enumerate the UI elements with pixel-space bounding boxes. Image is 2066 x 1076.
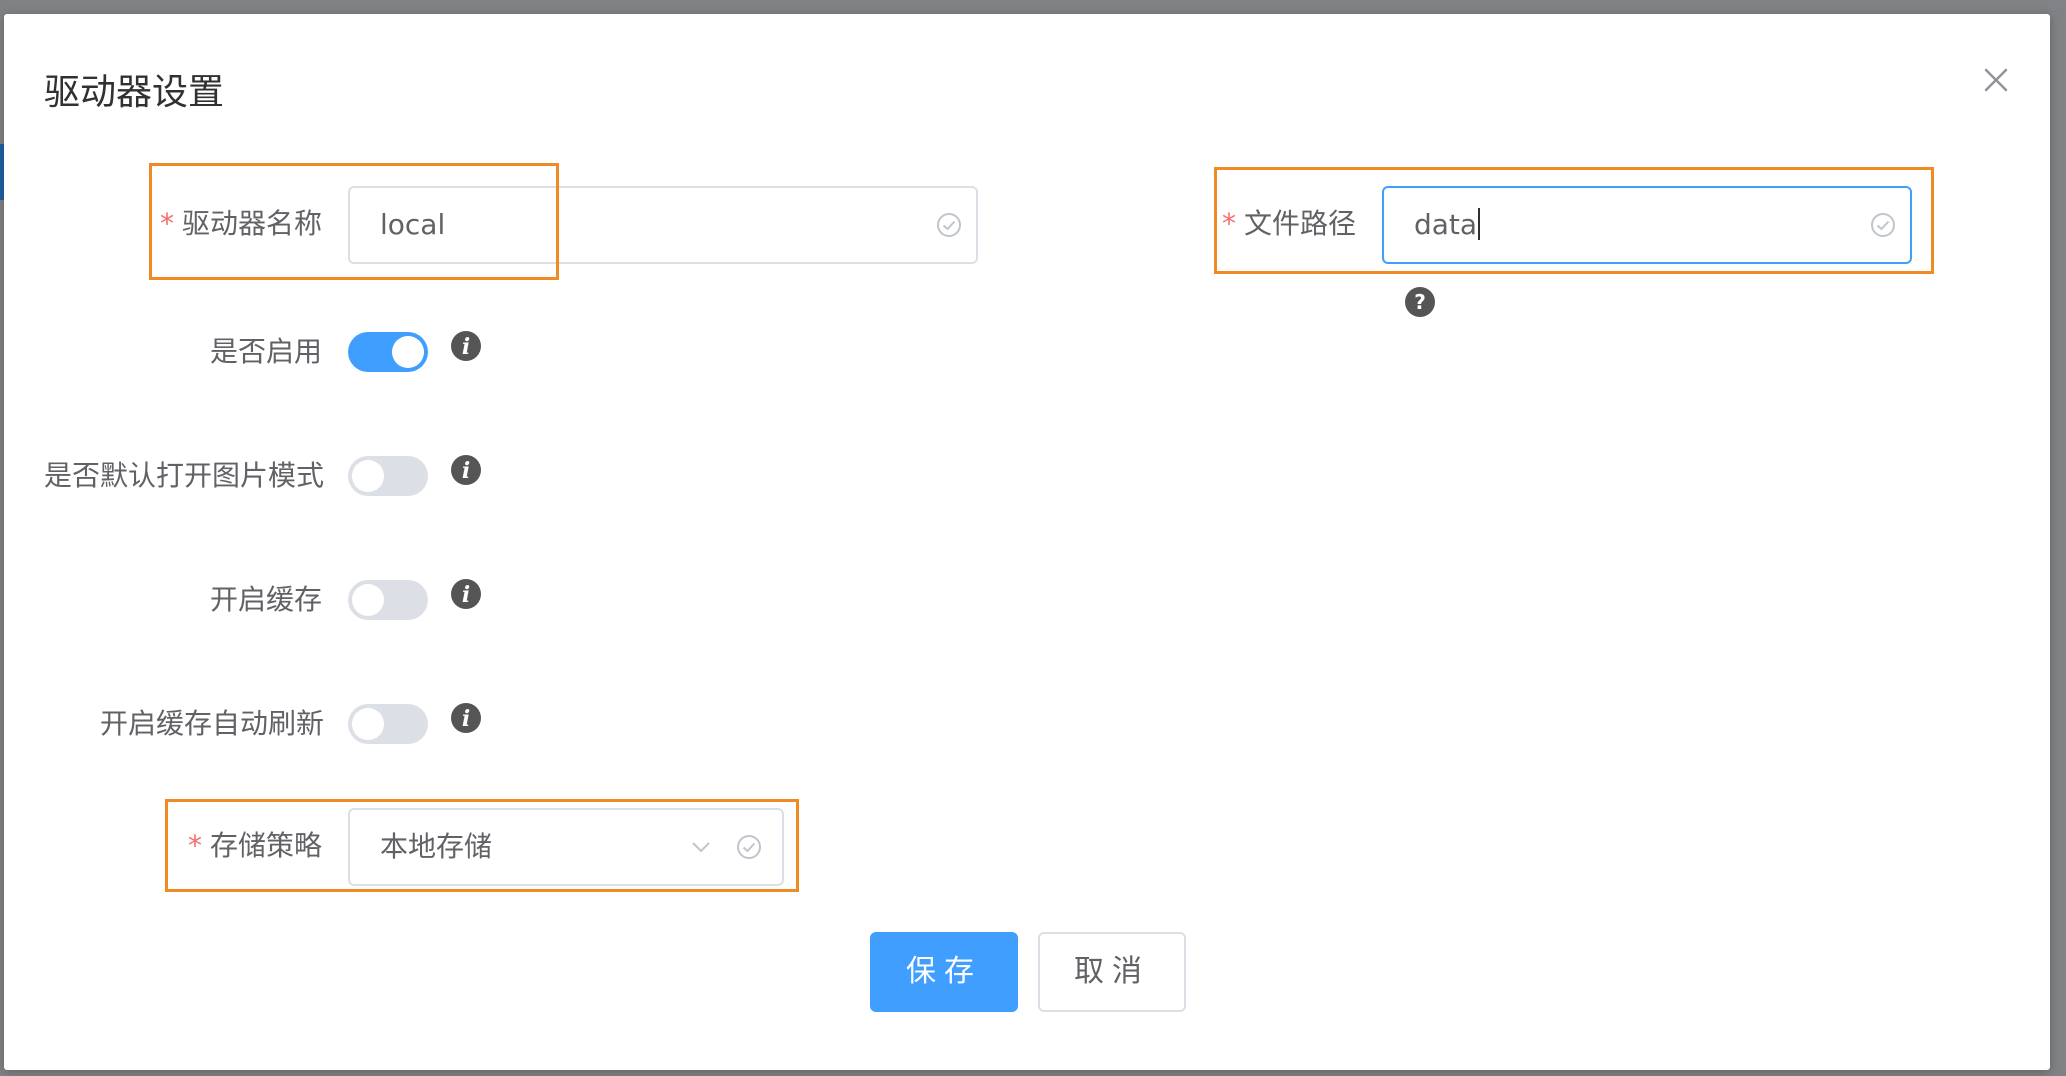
info-circle-icon[interactable]: i (450, 702, 482, 734)
switch-knob (352, 584, 384, 616)
enable-switch[interactable] (348, 332, 428, 372)
cache-auto-refresh-label: 开启缓存自动刷新 (100, 707, 325, 740)
image-mode-switch[interactable] (348, 456, 428, 496)
enable-label: 是否启用 (210, 335, 323, 368)
info-circle-icon[interactable]: i (450, 330, 482, 362)
enable-cache-label: 开启缓存 (210, 583, 323, 616)
question-circle-icon[interactable]: ? (1404, 286, 1436, 318)
switch-knob (352, 460, 384, 492)
required-mark: * (160, 207, 174, 240)
file-path-label: * 文件路径 (1222, 207, 1357, 240)
check-circle-icon (1868, 210, 1898, 240)
svg-text:?: ? (1414, 290, 1426, 314)
check-circle-icon (934, 210, 964, 240)
switch-knob (352, 708, 384, 740)
close-button[interactable] (1976, 60, 2016, 100)
storage-strategy-value: 本地存储 (380, 830, 493, 863)
check-circle-icon (734, 832, 764, 862)
svg-text:i: i (462, 334, 470, 360)
save-button[interactable]: 保存 (870, 932, 1018, 1012)
driver-name-value: local (380, 208, 446, 241)
chevron-down-icon (686, 832, 716, 862)
file-path-value: data (1414, 188, 1481, 262)
text-caret (1478, 208, 1481, 240)
required-mark: * (1222, 207, 1236, 240)
svg-text:i: i (462, 458, 470, 484)
dialog-title: 驱动器设置 (44, 72, 225, 113)
svg-text:i: i (462, 582, 470, 608)
enable-cache-switch[interactable] (348, 580, 428, 620)
file-path-input[interactable]: data (1382, 186, 1912, 264)
image-mode-label: 是否默认打开图片模式 (44, 459, 325, 492)
cache-auto-refresh-switch[interactable] (348, 704, 428, 744)
switch-knob (392, 336, 424, 368)
svg-text:i: i (462, 706, 470, 732)
driver-name-label: * 驱动器名称 (160, 207, 323, 240)
driver-name-input[interactable]: local (348, 186, 978, 264)
info-circle-icon[interactable]: i (450, 578, 482, 610)
storage-strategy-label: * 存储策略 (188, 829, 323, 862)
driver-settings-dialog: 驱动器设置 *驱动器名称 local *文件路径 data ? 是否启用 i (4, 14, 2050, 1070)
info-circle-icon[interactable]: i (450, 454, 482, 486)
cancel-button[interactable]: 取消 (1038, 932, 1186, 1012)
storage-strategy-select[interactable]: 本地存储 (348, 808, 784, 886)
close-icon (1984, 68, 2008, 92)
required-mark: * (188, 829, 202, 862)
